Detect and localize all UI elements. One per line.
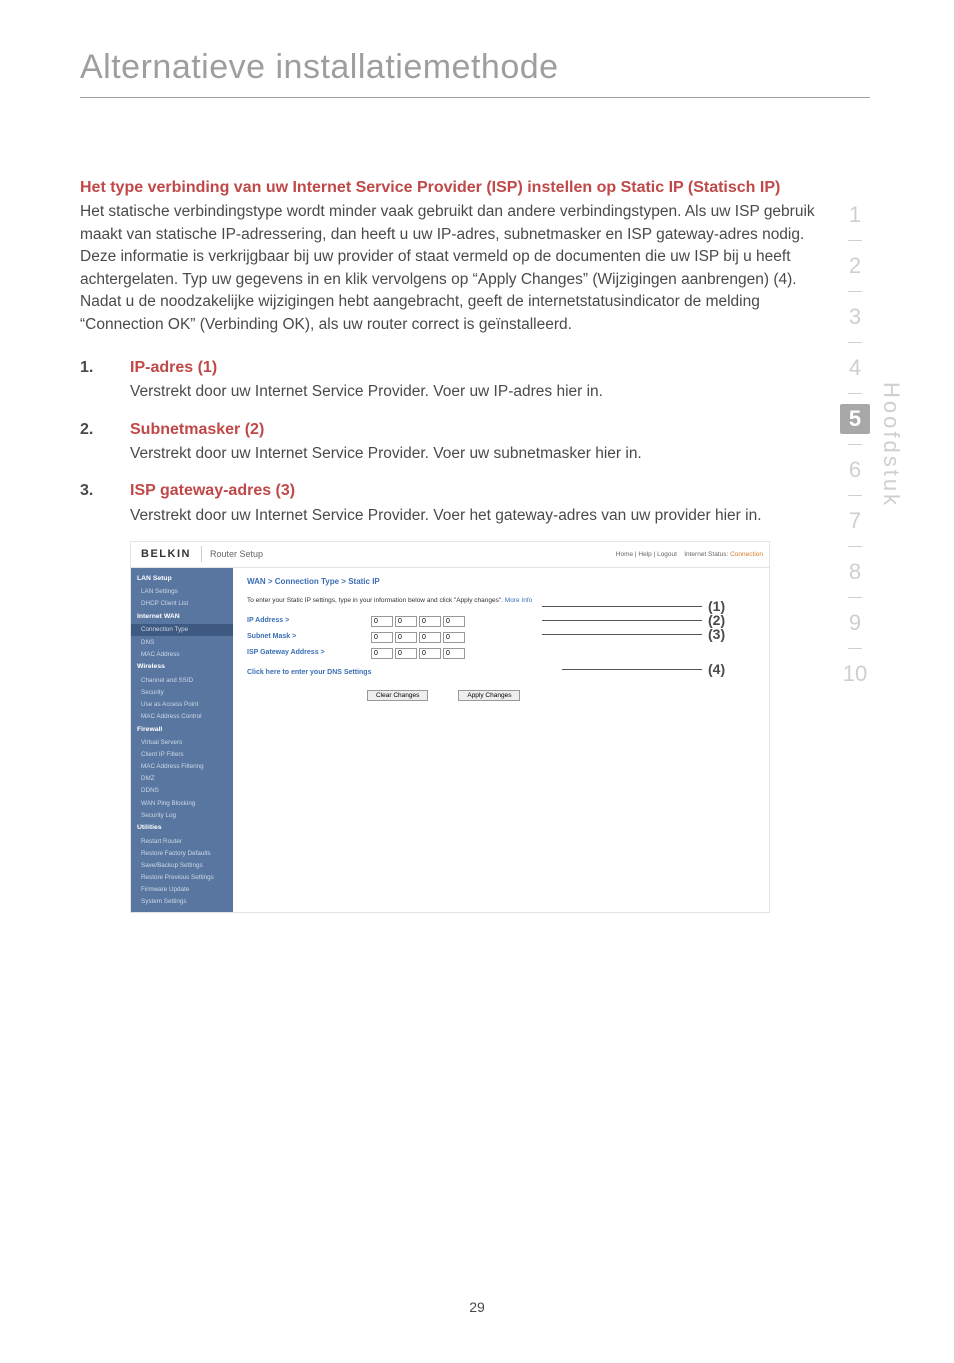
shot-row-label: ISP Gateway Address > — [247, 648, 367, 658]
shot-nav-item[interactable]: DNS — [131, 636, 233, 648]
shot-nav-item[interactable]: Connection Type — [131, 624, 233, 636]
item-text: Verstrekt door uw Internet Service Provi… — [130, 443, 838, 465]
ip-octet-input[interactable] — [371, 616, 393, 627]
top-links-nav[interactable]: Home | Help | Logout — [616, 551, 677, 558]
chapter-nav-5[interactable]: 5 — [840, 404, 870, 434]
intro-body: Het statische verbindingstype wordt mind… — [80, 201, 838, 336]
shot-top-links: Home | Help | Logout Internet Status: Co… — [616, 550, 769, 559]
shot-nav-item[interactable]: Restore Factory Defaults — [131, 847, 233, 859]
shot-nav-heading[interactable]: Wireless — [131, 660, 233, 674]
chapter-nav-2[interactable]: 2 — [838, 241, 872, 291]
shot-nav-item[interactable]: Virtual Servers — [131, 736, 233, 748]
shot-nav-item[interactable]: WAN Ping Blocking — [131, 797, 233, 809]
item-number: 3. — [80, 479, 130, 527]
chapter-nav-10[interactable]: 10 — [838, 649, 872, 699]
item-heading: IP-adres (1) — [130, 356, 838, 379]
callout-4: (4) — [562, 659, 725, 679]
chapter-nav-4[interactable]: 4 — [838, 343, 872, 393]
shot-nav-item[interactable]: MAC Address — [131, 648, 233, 660]
ip-octet-input[interactable] — [419, 632, 441, 643]
page-title: Alternatieve installatiemethode — [0, 0, 954, 97]
chapter-nav-6[interactable]: 6 — [838, 445, 872, 495]
shot-nav-item[interactable]: DMZ — [131, 773, 233, 785]
shot-row-label: Subnet Mask > — [247, 632, 367, 642]
shot-left-nav: LAN SetupLAN SettingsDHCP Client ListInt… — [131, 568, 233, 912]
shot-nav-heading[interactable]: Firewall — [131, 723, 233, 737]
item-heading: ISP gateway-adres (3) — [130, 479, 838, 502]
chapter-side-nav: 1234 5 678910 Hoofdstuk — [838, 190, 904, 699]
numbered-item-3: 3.ISP gateway-adres (3) Verstrekt door uw… — [80, 479, 838, 527]
shot-nav-item[interactable]: Save/Backup Settings — [131, 859, 233, 871]
side-label-hoofdstuk: Hoofdstuk — [878, 382, 904, 508]
chapter-nav-3[interactable]: 3 — [838, 292, 872, 342]
shot-nav-item[interactable]: System Settings — [131, 896, 233, 908]
shot-nav-item[interactable]: Security — [131, 686, 233, 698]
belkin-logo: BELKIN — [131, 546, 202, 562]
chapter-nav-8[interactable]: 8 — [838, 547, 872, 597]
ip-octet-input[interactable] — [443, 616, 465, 627]
shot-row-label: IP Address > — [247, 616, 367, 626]
chapter-nav-7[interactable]: 7 — [838, 496, 872, 546]
ip-octet-input[interactable] — [395, 632, 417, 643]
item-number: 1. — [80, 356, 130, 404]
ip-octet-input[interactable] — [371, 648, 393, 659]
internet-status-label: Internet Status: — [684, 551, 728, 558]
callout-3: (3) — [542, 624, 725, 644]
shot-nav-item[interactable]: DDNS — [131, 785, 233, 797]
item-number: 2. — [80, 418, 130, 466]
clear-changes-button[interactable]: Clear Changes — [367, 690, 428, 701]
ip-octet-input[interactable] — [419, 616, 441, 627]
ip-octet-input[interactable] — [395, 648, 417, 659]
intro-heading: Het type verbinding van uw Internet Serv… — [80, 176, 838, 199]
apply-changes-button[interactable]: Apply Changes — [458, 690, 520, 701]
shot-nav-item[interactable]: Restart Router — [131, 835, 233, 847]
ip-octet-input[interactable] — [371, 632, 393, 643]
numbered-item-2: 2.Subnetmasker (2)Verstrekt door uw Inte… — [80, 418, 838, 466]
shot-nav-item[interactable]: Firmware Update — [131, 884, 233, 896]
ip-octet-input[interactable] — [419, 648, 441, 659]
main-content: Het type verbinding van uw Internet Serv… — [0, 98, 954, 913]
chapter-nav-1[interactable]: 1 — [838, 190, 872, 240]
shot-nav-item[interactable]: DHCP Client List — [131, 598, 233, 610]
page-number: 29 — [0, 1299, 954, 1315]
ip-octet-input[interactable] — [443, 632, 465, 643]
item-heading: Subnetmasker (2) — [130, 418, 838, 441]
shot-breadcrumb: WAN > Connection Type > Static IP — [247, 576, 755, 588]
router-screenshot-wrap: BELKIN Router Setup Home | Help | Logout… — [130, 541, 770, 913]
chapter-nav-9[interactable]: 9 — [838, 598, 872, 648]
shot-nav-item[interactable]: Channel and SSID — [131, 674, 233, 686]
chapter-nav-separator — [848, 393, 862, 394]
shot-nav-item[interactable]: MAC Address Control — [131, 711, 233, 723]
item-text: Verstrekt door uw Internet Service Provi… — [130, 381, 838, 403]
shot-nav-item[interactable]: Restore Previous Settings — [131, 872, 233, 884]
item-text: Verstrekt door uw Internet Service Provi… — [130, 505, 838, 527]
shot-header: BELKIN Router Setup Home | Help | Logout… — [131, 542, 769, 568]
shot-nav-item[interactable]: Security Log — [131, 809, 233, 821]
numbered-item-1: 1.IP-adres (1)Verstrekt door uw Internet… — [80, 356, 838, 404]
internet-status-value: Connection — [730, 551, 763, 558]
ip-octet-input[interactable] — [395, 616, 417, 627]
shot-nav-item[interactable]: LAN Settings — [131, 586, 233, 598]
shot-nav-heading[interactable]: Internet WAN — [131, 610, 233, 624]
shot-nav-item[interactable]: Client IP Filters — [131, 749, 233, 761]
more-info-link[interactable]: More Info — [505, 597, 532, 604]
ip-octet-input[interactable] — [443, 648, 465, 659]
shot-nav-heading[interactable]: LAN Setup — [131, 572, 233, 586]
shot-nav-heading[interactable]: Utilities — [131, 821, 233, 835]
router-setup-label: Router Setup — [202, 548, 616, 561]
shot-nav-item[interactable]: Use as Access Point — [131, 698, 233, 710]
shot-nav-item[interactable]: MAC Address Filtering — [131, 761, 233, 773]
